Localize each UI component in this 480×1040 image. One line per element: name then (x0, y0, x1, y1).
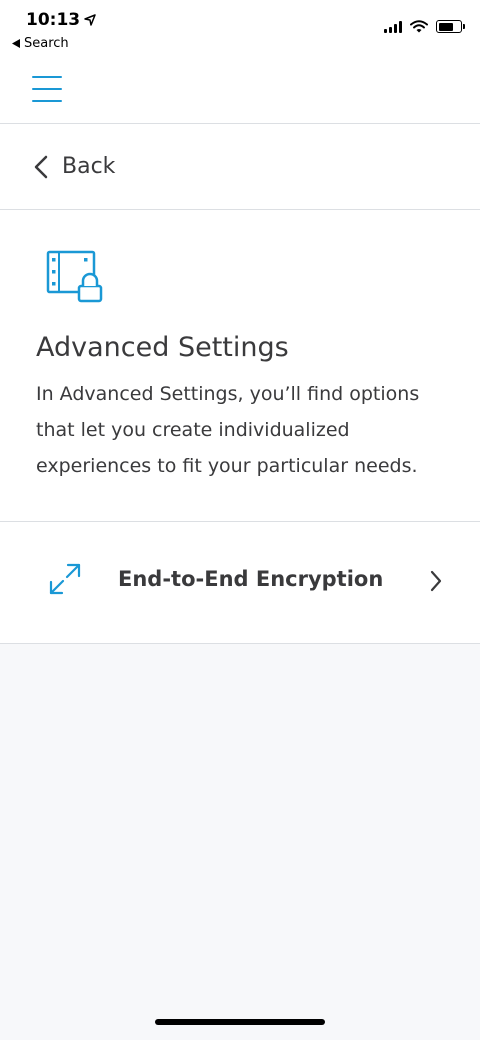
top-menu-bar (0, 56, 480, 124)
back-triangle-icon (12, 39, 20, 48)
cellular-signal-icon (384, 20, 402, 33)
page-title: Advanced Settings (36, 332, 289, 363)
status-time: 10:13 (26, 10, 96, 30)
status-time-text: 10:13 (26, 10, 81, 30)
video-lock-icon (46, 250, 103, 303)
page-description: In Advanced Settings, you’ll find option… (36, 383, 420, 477)
return-app-label: Search (24, 36, 69, 51)
battery-fill (438, 22, 454, 31)
location-arrow-icon (84, 14, 96, 26)
chevron-left-icon (34, 155, 48, 178)
list-item-label: End-to-End Encryption (118, 567, 384, 591)
expand-arrows-icon (49, 563, 81, 595)
wifi-icon (410, 20, 428, 33)
list-item-end-to-end-encryption[interactable]: End-to-End Encryption (0, 522, 480, 644)
chevron-right-icon (430, 570, 442, 592)
empty-content-area (0, 644, 480, 1040)
hamburger-menu-icon[interactable] (32, 76, 62, 102)
status-bar: 10:13 Search (0, 0, 480, 56)
battery-icon (436, 20, 465, 33)
back-label: Back (62, 154, 116, 179)
return-to-app-link[interactable]: Search (12, 36, 69, 51)
advanced-settings-intro: Advanced Settings In Advanced Settings, … (0, 210, 480, 522)
back-button[interactable]: Back (0, 124, 480, 210)
status-indicators (384, 20, 465, 33)
home-indicator[interactable] (155, 1019, 325, 1025)
